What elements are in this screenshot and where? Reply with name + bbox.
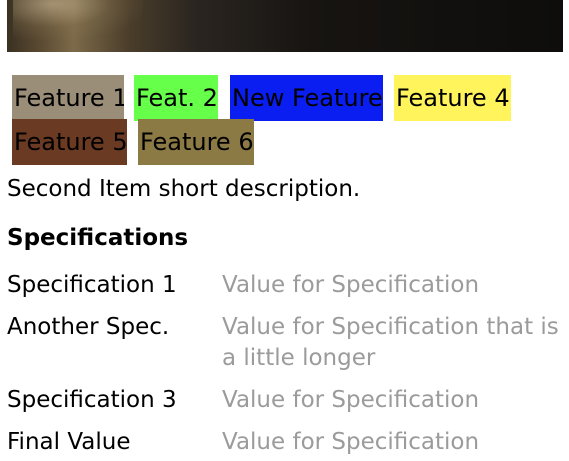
feature-tag-2: Feat. 2 [134, 75, 218, 121]
spec-name: Specification 3 [7, 387, 177, 413]
spec-name: Specification 1 [7, 272, 177, 298]
feature-tag-3: New Feature [230, 75, 383, 121]
feature-tag-label: Feature 5 [14, 128, 127, 156]
spec-value: Value for Specification [222, 387, 480, 413]
feature-tag-label: Feature 4 [396, 84, 510, 112]
spec-name: Another Spec. [7, 314, 170, 340]
spec-value: Value for Specification that is a little… [222, 314, 559, 371]
feature-tag-label: Feature 6 [140, 128, 254, 156]
feature-tag-5: Feature 5 [12, 119, 127, 165]
feature-tag-label: New Feature [232, 84, 383, 112]
feature-tag-label: Feature 1 [14, 84, 124, 112]
spec-value: Value for Specification [222, 429, 480, 455]
item-description: Second Item short description. [7, 176, 361, 202]
product-image [7, 0, 563, 52]
feature-tag-label: Feat. 2 [136, 84, 218, 112]
feature-tag-6: Feature 6 [138, 119, 254, 165]
specifications-heading: Specifications [7, 225, 189, 251]
feature-tag-4: Feature 4 [394, 75, 511, 121]
spec-value: Value for Specification [222, 272, 480, 298]
feature-tag-1: Feature 1 [12, 75, 124, 121]
spec-name: Final Value [7, 429, 131, 455]
product-image-highlight [13, 0, 143, 40]
